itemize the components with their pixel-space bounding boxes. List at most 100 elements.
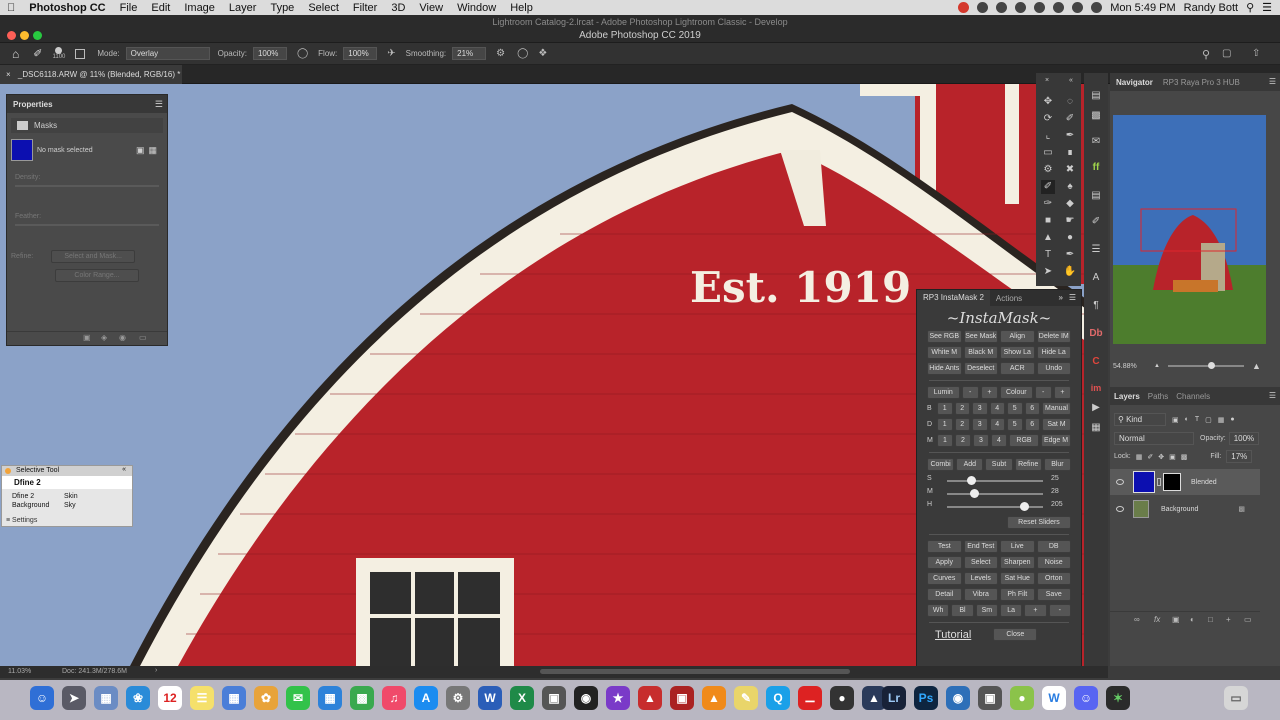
gradient-tool-icon[interactable]: ■: [1041, 214, 1055, 228]
m4-button[interactable]: 4: [991, 434, 1007, 447]
marquee-tool-icon[interactable]: ◌: [1063, 95, 1077, 109]
eyedropper-tool-icon[interactable]: ✒: [1063, 129, 1077, 143]
panel-menu-icon[interactable]: ☰: [155, 99, 163, 110]
edge-m-button[interactable]: Edge M: [1041, 434, 1071, 447]
lasso-tool-icon[interactable]: ⟳: [1041, 112, 1055, 126]
menu-window[interactable]: Window: [450, 2, 503, 14]
blend-mode-select[interactable]: Normal: [1114, 432, 1194, 445]
quicktime-icon[interactable]: Q: [766, 686, 790, 710]
delete-im-button[interactable]: Delete IM: [1036, 330, 1071, 343]
slider-m-knob[interactable]: [969, 489, 979, 498]
zoom-slider[interactable]: [1167, 362, 1244, 369]
workspace-icon[interactable]: ▢: [1222, 48, 1231, 59]
visibility-eye-icon[interactable]: [1116, 506, 1124, 512]
m1-button[interactable]: 1: [937, 434, 953, 447]
bl-button[interactable]: Bl: [951, 604, 974, 617]
test-button[interactable]: Test: [927, 540, 962, 553]
symmetry-icon[interactable]: ❖: [538, 48, 547, 59]
apple-icon[interactable]: : [0, 2, 22, 14]
wifi-icon[interactable]: [1053, 2, 1065, 13]
pen-tool-icon[interactable]: ✒: [1063, 248, 1077, 262]
ph-filt-button[interactable]: Ph Filt: [1000, 588, 1035, 601]
link-layers-icon[interactable]: ∞: [1134, 615, 1140, 624]
slider-h[interactable]: H 205: [927, 501, 1077, 513]
mic-icon[interactable]: ●: [830, 686, 854, 710]
colour-button[interactable]: Colour: [1000, 386, 1033, 399]
blur-button[interactable]: Blur: [1043, 458, 1072, 471]
select-button[interactable]: Select: [963, 556, 998, 569]
tutorial-link[interactable]: Tutorial: [935, 629, 971, 641]
flow-field[interactable]: 100%: [343, 47, 378, 60]
history-panel-icon[interactable]: ▤: [1089, 89, 1103, 103]
vlc-icon[interactable]: ▲: [702, 686, 726, 710]
photo-app-icon[interactable]: ▣: [670, 686, 694, 710]
filter-kind-select[interactable]: ⚲ Kind: [1114, 413, 1166, 426]
app-store-icon[interactable]: A: [414, 686, 438, 710]
android-icon[interactable]: ●: [1010, 686, 1034, 710]
slider-h-knob[interactable]: [1020, 502, 1030, 511]
add-button[interactable]: Add: [956, 458, 984, 471]
volume-icon[interactable]: [1034, 2, 1046, 13]
levels-button[interactable]: Levels: [963, 572, 998, 585]
m3-button[interactable]: 3: [973, 434, 989, 447]
tab-navigator[interactable]: Navigator: [1110, 78, 1159, 87]
reset-sliders-button[interactable]: Reset Sliders: [1007, 516, 1071, 529]
slider-m[interactable]: M 28: [927, 488, 1077, 500]
combi-button[interactable]: Combi: [927, 458, 955, 471]
mask-thumbnail[interactable]: [11, 139, 33, 161]
trash-icon[interactable]: ▭: [139, 333, 147, 342]
menu-edit[interactable]: Edit: [144, 2, 177, 14]
tab-raya-pro[interactable]: RP3 Raya Pro 3 HUB: [1159, 78, 1244, 87]
black-m-button[interactable]: Black M: [963, 346, 998, 359]
status-zoom[interactable]: 11.03%: [8, 668, 31, 675]
menu-type[interactable]: Type: [263, 2, 301, 14]
filter-pixel-icon[interactable]: ▣: [1172, 416, 1179, 424]
layer-opacity-field[interactable]: 100%: [1228, 432, 1260, 445]
visibility-icon[interactable]: ◉: [119, 333, 126, 342]
layer-name[interactable]: Background: [1161, 506, 1198, 513]
navigator-zoom-value[interactable]: 54.88%: [1110, 363, 1154, 370]
undo-button[interactable]: Undo: [1036, 362, 1071, 375]
layer-name[interactable]: Blended: [1191, 479, 1217, 486]
colour-minus-button[interactable]: -: [1034, 386, 1052, 399]
preview-icon[interactable]: ▦: [94, 686, 118, 710]
selective-selected-filter[interactable]: Dfine 2: [2, 476, 132, 489]
add-pixel-mask-icon[interactable]: ▣: [136, 145, 145, 156]
brush-settings-icon[interactable]: [75, 48, 86, 59]
web-icon[interactable]: W: [1042, 686, 1066, 710]
eraser-tool-icon[interactable]: ◆: [1063, 197, 1077, 211]
dodge-tool-icon[interactable]: ●: [1063, 231, 1077, 245]
hide-ants-button[interactable]: Hide Ants: [927, 362, 962, 375]
actions-panel-icon[interactable]: ▶: [1089, 401, 1103, 415]
tab-actions[interactable]: Actions: [990, 294, 1028, 303]
filter-item[interactable]: Dfine 2: [12, 493, 64, 500]
status-menu-icon[interactable]: ›: [155, 667, 157, 674]
horizontal-scrollbar[interactable]: [540, 669, 850, 674]
numbers-icon[interactable]: ▩: [350, 686, 374, 710]
adjustments-panel-icon[interactable]: ☰: [1089, 243, 1103, 257]
screenshot-icon[interactable]: ▣: [542, 686, 566, 710]
filter-item[interactable]: Sky: [64, 502, 76, 509]
filter-smart-icon[interactable]: ▦: [1218, 416, 1225, 424]
brush-tool-icon[interactable]: ✐: [33, 47, 42, 60]
share-icon[interactable]: ⇧: [1252, 48, 1260, 59]
patch-tool-icon[interactable]: ⚙: [1041, 163, 1055, 177]
messages-icon[interactable]: ✉: [286, 686, 310, 710]
lock-artboard-icon[interactable]: ▣: [1169, 453, 1176, 461]
lumin-minus-button[interactable]: -: [961, 386, 979, 399]
finder-icon[interactable]: ☺: [30, 686, 54, 710]
clone-stamp-icon[interactable]: ♠: [1063, 180, 1077, 194]
menubar-user[interactable]: Randy Bott: [1184, 2, 1238, 14]
delete-layer-icon[interactable]: ▭: [1244, 615, 1252, 624]
b6-button[interactable]: 6: [1024, 402, 1040, 415]
chain-link-icon[interactable]: [1157, 478, 1161, 486]
wh-button[interactable]: Wh: [927, 604, 950, 617]
load-selection-icon[interactable]: ▣: [83, 333, 91, 342]
d3-button[interactable]: 3: [972, 418, 988, 431]
add-mask-icon[interactable]: ▣: [1172, 615, 1180, 624]
collapse-icon[interactable]: «: [122, 466, 126, 473]
ff-panel-icon[interactable]: ff: [1089, 161, 1103, 175]
system-preferences-icon[interactable]: ⚙: [446, 686, 470, 710]
search-icon[interactable]: ⚲: [1202, 48, 1210, 61]
cloud-icon[interactable]: [977, 2, 989, 13]
